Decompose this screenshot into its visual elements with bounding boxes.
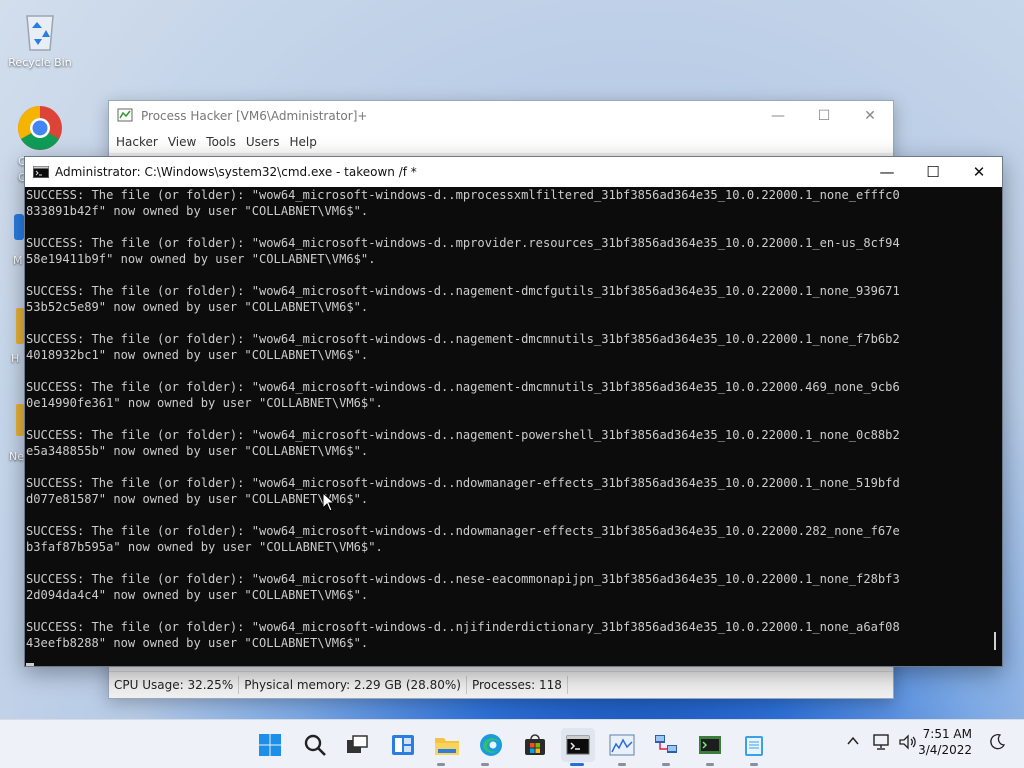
widgets-button[interactable] — [386, 728, 420, 762]
physical-memory-status: Physical memory: 2.29 GB (28.80%) — [239, 676, 467, 694]
process-hacker-title: Process Hacker [VM6\Administrator]+ — [141, 109, 368, 123]
cmd-minimize-button[interactable]: — — [864, 157, 910, 187]
console-line: SUCCESS: The file (or folder): "wow64_mi… — [26, 188, 900, 218]
process-hacker-menubar: Hacker View Tools Users Help — [109, 131, 893, 153]
running-indicator — [662, 763, 670, 766]
task-view-icon — [347, 735, 368, 753]
process-hacker-titlebar[interactable]: Process Hacker [VM6\Administrator]+ — ☐ … — [109, 101, 893, 131]
widgets-icon — [392, 735, 414, 755]
recycle-bin-label: Recycle Bin — [8, 56, 72, 69]
console-line: SUCCESS: The file (or folder): "wow64_mi… — [26, 284, 900, 314]
menu-hacker[interactable]: Hacker — [111, 135, 163, 149]
console-line: SUCCESS: The file (or folder): "wow64_mi… — [26, 380, 900, 410]
console-output[interactable]: SUCCESS: The file (or folder): "wow64_mi… — [25, 187, 986, 666]
process-hacker-icon — [609, 734, 635, 756]
network-icon — [655, 735, 677, 753]
recycle-bin-desktop-icon[interactable]: Recycle Bin — [2, 6, 78, 69]
console-scrollbar[interactable] — [986, 187, 1002, 666]
network-status-button[interactable] — [872, 733, 892, 754]
show-hidden-icons-button[interactable] — [846, 734, 860, 751]
store-icon — [525, 734, 545, 755]
terminal-app-icon — [699, 736, 721, 754]
cmd-icon — [566, 735, 590, 755]
cmd-app-icon — [33, 166, 49, 178]
edge-button[interactable] — [474, 728, 508, 762]
console-line: SUCCESS: The file (or folder): "wow64_mi… — [26, 332, 900, 362]
terminal-app-taskbar-button[interactable] — [693, 728, 727, 762]
start-icon — [259, 734, 281, 756]
console-line: SUCCESS: The file (or folder): "wow64_mi… — [26, 476, 900, 506]
menu-users[interactable]: Users — [241, 135, 285, 149]
console-line: SUCCESS: The file (or folder): "wow64_mi… — [26, 428, 900, 458]
desktop-partial-label-3: M — [13, 254, 23, 267]
process-hacker-taskbar-button[interactable] — [605, 728, 639, 762]
desktop-partial-label-5: Ne — [9, 450, 24, 463]
cpu-usage-status: CPU Usage: 32.25% — [109, 676, 240, 694]
running-indicator — [750, 763, 758, 766]
clock[interactable]: 7:51 AM 3/4/2022 — [918, 726, 972, 758]
cmd-maximize-button[interactable]: ☐ — [910, 157, 956, 187]
volume-button[interactable] — [898, 733, 918, 754]
taskbar: 7:51 AM 3/4/2022 — [0, 719, 1024, 768]
ph-close-button[interactable]: ✕ — [847, 101, 893, 131]
menu-help[interactable]: Help — [284, 135, 321, 149]
running-indicator — [618, 763, 626, 766]
cmd-taskbar-button[interactable] — [561, 728, 595, 762]
process-hacker-statusbar: CPU Usage: 32.25% Physical memory: 2.29 … — [109, 671, 893, 698]
cmd-window[interactable]: Administrator: C:\Windows\system32\cmd.e… — [24, 156, 1003, 667]
volume-icon — [899, 734, 916, 750]
chrome-icon — [16, 104, 64, 152]
chevron-up-icon — [847, 736, 859, 745]
file-explorer-icon — [435, 738, 459, 755]
running-indicator — [437, 763, 445, 766]
console-line: SUCCESS: The file (or folder): "wow64_mi… — [26, 524, 900, 554]
clock-date: 3/4/2022 — [918, 743, 972, 757]
moon-icon — [990, 734, 1006, 750]
cmd-close-button[interactable]: ✕ — [956, 157, 1002, 187]
console-scrollbar-thumb[interactable] — [994, 632, 996, 650]
store-button[interactable] — [518, 728, 552, 762]
network-taskbar-button[interactable] — [649, 728, 683, 762]
console-line: SUCCESS: The file (or folder): "wow64_mi… — [26, 572, 900, 602]
desktop-partial-icon-2[interactable] — [16, 308, 24, 344]
ph-minimize-button[interactable]: — — [755, 101, 801, 131]
console-line: SUCCESS: The file (or folder): "wow64_mi… — [26, 236, 900, 266]
cmd-titlebar[interactable]: Administrator: C:\Windows\system32\cmd.e… — [25, 157, 1002, 187]
ph-maximize-button[interactable]: ☐ — [801, 101, 847, 131]
desktop-partial-label-4: H — [11, 352, 20, 365]
running-indicator — [706, 763, 714, 766]
console-cursor — [26, 663, 34, 666]
running-indicator-active — [570, 763, 584, 766]
console-line: SUCCESS: The file (or folder): "wow64_mi… — [26, 620, 900, 650]
mouse-pointer-icon — [322, 491, 336, 515]
desktop-partial-icon-1[interactable] — [14, 214, 24, 240]
running-indicator — [481, 763, 489, 766]
menu-tools[interactable]: Tools — [201, 135, 241, 149]
desktop-partial-icon-3[interactable] — [16, 404, 24, 436]
search-icon — [304, 734, 326, 756]
focus-assist-button[interactable] — [988, 733, 1006, 754]
chrome-desktop-icon[interactable] — [2, 104, 78, 154]
notepad-icon — [745, 736, 763, 756]
cmd-title: Administrator: C:\Windows\system32\cmd.e… — [55, 165, 417, 179]
search-button[interactable] — [298, 728, 332, 762]
processes-status: Processes: 118 — [467, 676, 568, 694]
notepad-taskbar-button[interactable] — [737, 728, 771, 762]
clock-time: 7:51 AM — [922, 727, 972, 741]
recycle-bin-icon — [16, 6, 64, 54]
file-explorer-button[interactable] — [430, 728, 464, 762]
menu-view[interactable]: View — [163, 135, 201, 149]
process-hacker-app-icon — [117, 107, 133, 126]
start-button[interactable] — [253, 728, 287, 762]
edge-icon — [480, 734, 502, 756]
network-status-icon — [873, 734, 889, 750]
task-view-button[interactable] — [340, 728, 374, 762]
